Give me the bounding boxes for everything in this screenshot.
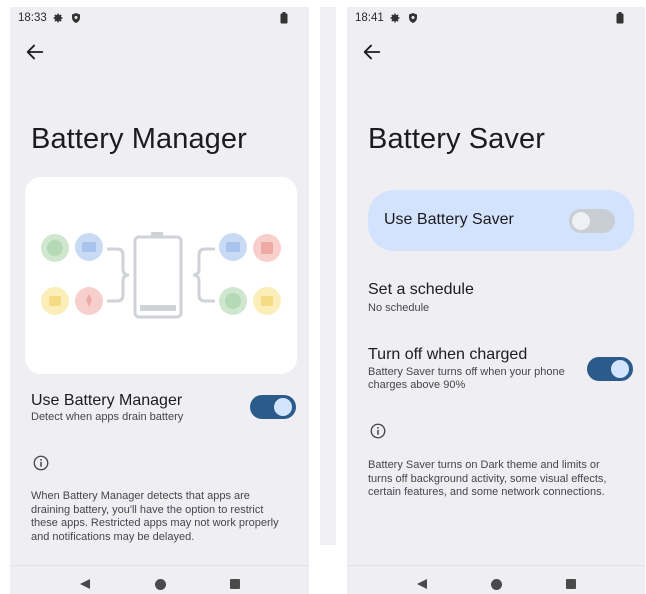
subtitle-line: Battery Saver turns off when your phone [368, 366, 565, 378]
battery-manager-illustration [25, 177, 297, 374]
status-time: 18:41 [355, 12, 384, 24]
description-line: these apps. Restricted apps may not work… [31, 517, 279, 529]
battery-manager-toggle[interactable] [250, 395, 296, 419]
battery-saver-description: Battery Saver turns on Dark theme and li… [368, 459, 606, 500]
nav-back-icon[interactable] [417, 579, 427, 589]
back-arrow-icon[interactable] [24, 41, 46, 63]
set-schedule-title[interactable]: Set a schedule [368, 281, 474, 299]
battery-manager-screen: 18:33 Battery Manager Use Battery Manage… [10, 7, 309, 594]
battery-saver-screen: 18:41 Battery Saver Use Battery Saver Se… [347, 7, 645, 594]
use-battery-manager-title: Use Battery Manager [31, 392, 183, 409]
status-bar: 18:41 [347, 7, 645, 29]
set-schedule-subtitle: No schedule [368, 302, 430, 314]
navigation-bar [347, 565, 645, 594]
nav-recents-icon[interactable] [230, 579, 240, 589]
use-battery-saver-label: Use Battery Saver [384, 211, 514, 228]
description-line: certain features, and some network conne… [368, 486, 605, 498]
description-line: turns off background activity, some visu… [368, 472, 607, 485]
toggle-knob [274, 398, 292, 416]
page-title: Battery Saver [368, 123, 545, 155]
nav-recents-icon[interactable] [566, 579, 576, 589]
nav-back-icon[interactable] [80, 579, 90, 589]
status-bar: 18:33 [10, 7, 309, 29]
gear-icon [52, 12, 64, 24]
shield-icon [70, 12, 82, 24]
description-line: draining battery, you'll have the option… [31, 503, 264, 516]
screen-divider [320, 7, 336, 545]
toggle-knob [572, 212, 590, 230]
turn-off-when-charged-toggle[interactable] [587, 357, 633, 381]
description-line: and notifications may be delayed. [31, 530, 195, 543]
shield-icon [407, 12, 419, 24]
toggle-knob [611, 360, 629, 378]
battery-saver-toggle[interactable] [569, 209, 615, 233]
subtitle-line: charges above 90% [368, 379, 466, 391]
back-arrow-icon[interactable] [361, 41, 383, 63]
info-icon [369, 422, 387, 440]
navigation-bar [10, 565, 309, 594]
info-icon [32, 454, 50, 472]
turn-off-when-charged-title: Turn off when charged [368, 346, 528, 363]
battery-manager-description: When Battery Manager detects that apps a… [31, 490, 279, 544]
nav-home-icon[interactable] [155, 579, 166, 590]
battery-icon [280, 12, 288, 24]
battery-icon [616, 12, 624, 24]
description-line: Battery Saver turns on Dark theme and li… [368, 459, 600, 471]
use-battery-saver-card[interactable]: Use Battery Saver [368, 190, 634, 251]
page-title: Battery Manager [31, 123, 247, 155]
status-time: 18:33 [18, 12, 47, 24]
use-battery-manager-subtitle: Detect when apps drain battery [31, 411, 184, 423]
nav-home-icon[interactable] [491, 579, 502, 590]
gear-icon [389, 12, 401, 24]
description-line: When Battery Manager detects that apps a… [31, 490, 250, 502]
turn-off-when-charged-subtitle: Battery Saver turns off when your phone … [368, 366, 565, 392]
